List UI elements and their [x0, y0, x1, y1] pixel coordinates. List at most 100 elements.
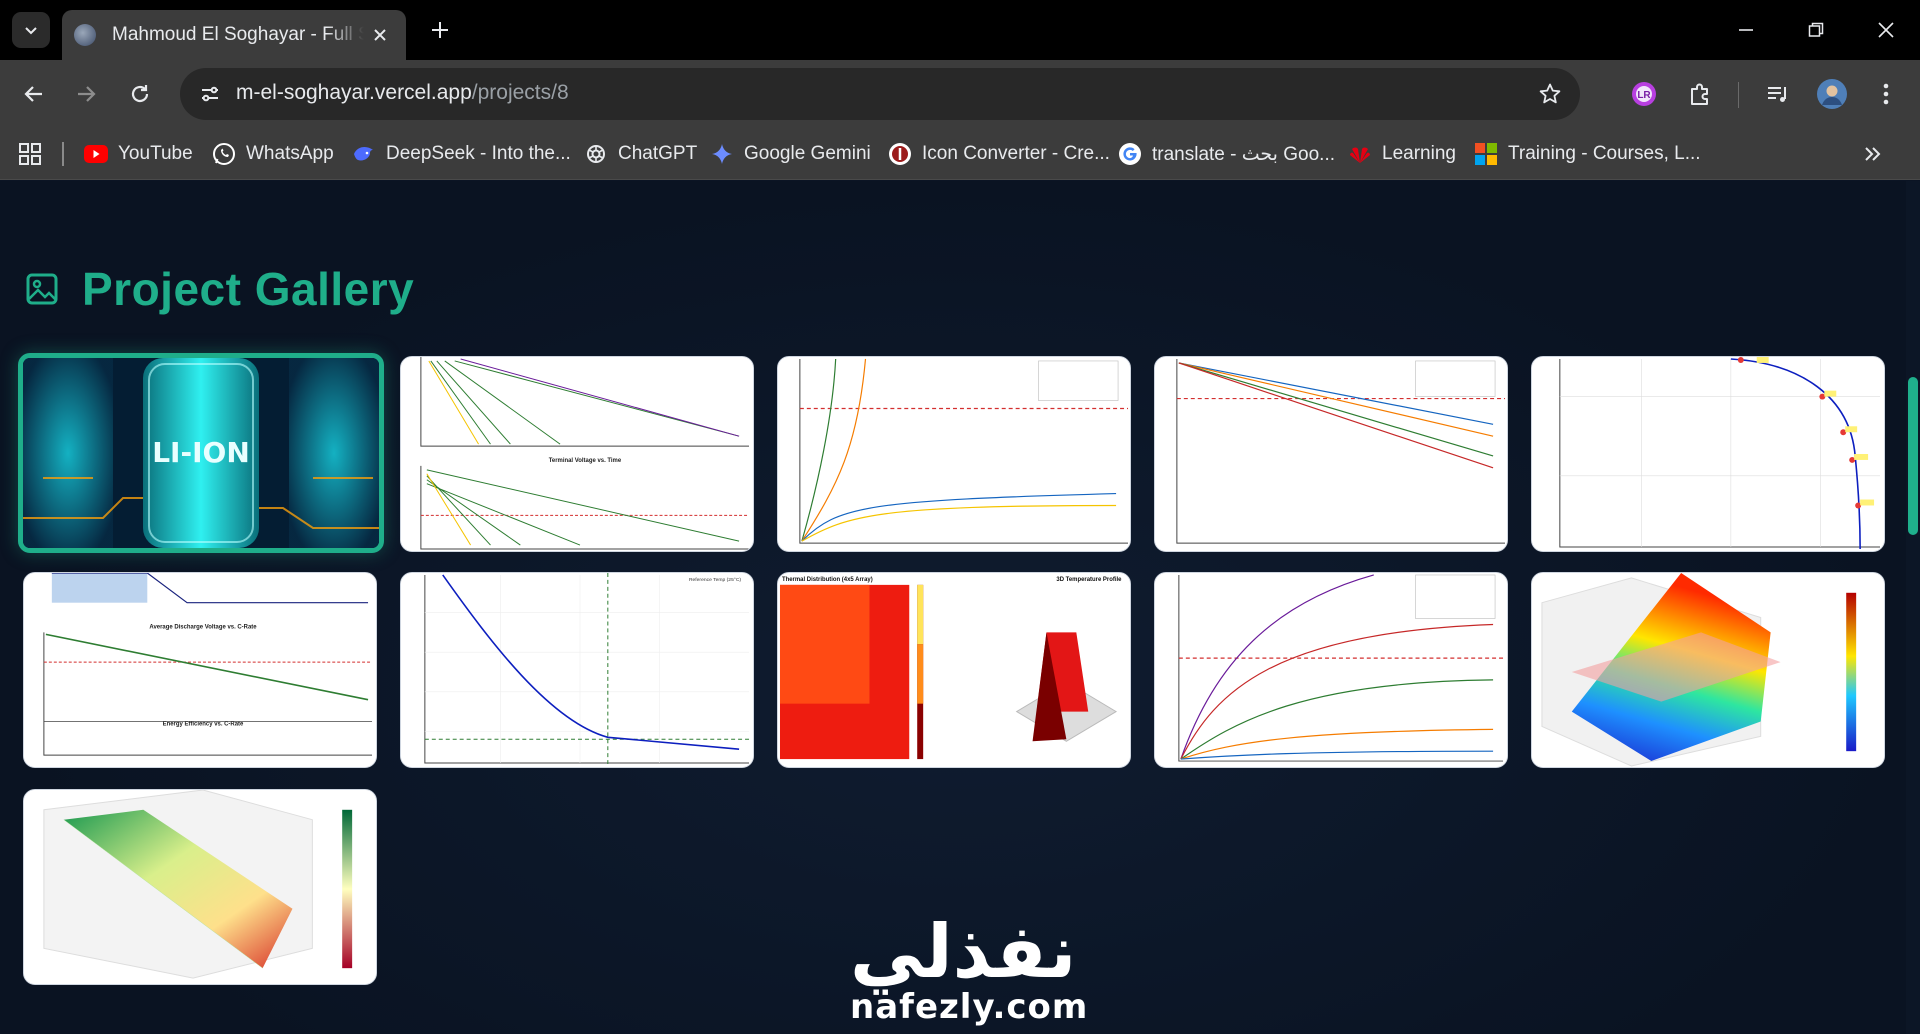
apps-button[interactable]: [16, 140, 44, 168]
gallery-header: Project Gallery: [26, 261, 414, 317]
reload-button[interactable]: [120, 74, 160, 114]
minimize-icon: [1739, 29, 1753, 31]
extension-lr-button[interactable]: LR: [1624, 74, 1664, 114]
tab-search-button[interactable]: [12, 12, 50, 48]
chart-terminal-voltage: Terminal Voltage vs. Time: [401, 357, 753, 551]
double-chevron-right-icon: [1865, 147, 1881, 161]
bookmark-training[interactable]: Training - Courses, L...: [1474, 138, 1701, 170]
star-icon: [1539, 83, 1561, 104]
bookmark-translate[interactable]: translate - بحث Goo...: [1118, 138, 1335, 170]
nafezly-watermark: نفذلي nafezly.com: [850, 915, 1089, 1027]
arrow-right-icon: [78, 86, 96, 102]
site-favicon-icon: [74, 24, 96, 46]
bookmark-youtube[interactable]: YouTube: [84, 138, 193, 170]
bookmark-label: Learning: [1382, 143, 1456, 164]
deepseek-icon: [352, 142, 376, 166]
gallery-image-2[interactable]: Terminal Voltage vs. Time: [400, 356, 754, 552]
url-text: m-el-soghayar.vercel.app/projects/8: [236, 81, 569, 105]
url-domain: m-el-soghayar.vercel.app: [236, 81, 472, 104]
bookmark-label: DeepSeek - Into the...: [386, 143, 571, 164]
close-window-button[interactable]: [1862, 12, 1910, 48]
chart-temperature-rise: [778, 357, 1130, 551]
chart-subtitle: Energy Efficiency vs. C-Rate: [163, 721, 244, 727]
bookmark-label: WhatsApp: [246, 143, 334, 164]
chart-title: Terminal Voltage vs. Time: [549, 458, 622, 464]
huawei-icon: [1348, 142, 1372, 166]
gallery-title: Project Gallery: [82, 263, 415, 315]
tab-title: Mahmoud El Soghayar - Full Stack Develop…: [112, 24, 364, 45]
chart-3d-temperature-surface: [1532, 573, 1884, 767]
apps-grid-icon: [19, 143, 41, 165]
page-scrollbar[interactable]: [1906, 181, 1920, 1034]
gallery-image-1[interactable]: LI-ION: [18, 353, 384, 553]
bookmark-deepseek[interactable]: DeepSeek - Into the...: [352, 138, 571, 170]
gallery-image-9[interactable]: [1154, 572, 1508, 768]
bookmark-label: ChatGPT: [618, 143, 698, 164]
bookmark-gemini[interactable]: Google Gemini: [710, 138, 871, 170]
chatgpt-icon: [584, 142, 608, 166]
back-button[interactable]: [14, 74, 54, 114]
chart-subtitle: 3D Temperature Profile: [1056, 577, 1122, 583]
gallery-image-10[interactable]: [1531, 572, 1885, 768]
page-content: Project Gallery LI-ION Terminal Voltage …: [0, 181, 1920, 1034]
close-icon: [1878, 22, 1894, 38]
hero-battery-label: LI-ION: [152, 436, 250, 469]
gallery-image-7[interactable]: Reference Temp (25°C): [400, 572, 754, 768]
profile-avatar-button[interactable]: [1812, 74, 1852, 114]
avatar: [1817, 79, 1847, 109]
chart-thermal-distribution: Thermal Distribution (4x5 Array) 3D Temp…: [778, 573, 1130, 767]
watermark-latin: nafezly.com: [850, 987, 1089, 1027]
gallery-image-8[interactable]: Thermal Distribution (4x5 Array) 3D Temp…: [777, 572, 1131, 768]
lr-extension-icon: LR: [1632, 82, 1656, 106]
chart-legend-text: Reference Temp (25°C): [689, 577, 741, 583]
bookmark-whatsapp[interactable]: WhatsApp: [212, 138, 334, 170]
chart-title: Thermal Distribution (4x5 Array): [782, 577, 873, 583]
tab-close-button[interactable]: [368, 23, 392, 47]
site-info-button[interactable]: [192, 76, 228, 112]
chart-title: Average Discharge Voltage vs. C-Rate: [149, 624, 257, 630]
bookmark-label: Google Gemini: [744, 143, 871, 164]
lr-badge-text: LR: [1637, 90, 1651, 101]
bookmark-label: translate - بحث Goo...: [1152, 143, 1336, 165]
chevron-down-icon: [25, 27, 37, 35]
browser-menu-button[interactable]: [1866, 74, 1906, 114]
extensions-button[interactable]: [1680, 74, 1720, 114]
tab-strip: Mahmoud El Soghayar - Full Stack Develop…: [0, 0, 1920, 60]
bookmark-icon-converter[interactable]: Icon Converter - Cre...: [888, 138, 1110, 170]
scrollbar-thumb[interactable]: [1908, 377, 1918, 535]
chart-capacity-retention: [1155, 357, 1507, 551]
chart-average-discharge-voltage: Average Discharge Voltage vs. C-Rate Ene…: [24, 573, 376, 767]
media-controls-button[interactable]: [1758, 74, 1798, 114]
puzzle-icon: [1691, 83, 1708, 105]
bookmark-learning[interactable]: Learning: [1348, 138, 1456, 170]
minimize-button[interactable]: [1722, 12, 1770, 48]
toolbar-divider: [1738, 82, 1739, 108]
image-icon: [26, 273, 58, 305]
new-tab-button[interactable]: [424, 14, 456, 46]
url-path: /projects/8: [471, 81, 569, 104]
battery-illustration: LI-ION: [23, 358, 379, 548]
gallery-image-6[interactable]: Average Discharge Voltage vs. C-Rate Ene…: [23, 572, 377, 768]
chart-internal-resistance: Reference Temp (25°C): [401, 573, 753, 767]
more-bookmarks-button[interactable]: [1858, 140, 1888, 168]
arrow-left-icon: [24, 86, 42, 102]
bookmark-label: Icon Converter - Cre...: [922, 143, 1110, 164]
gallery-image-5[interactable]: [1531, 356, 1885, 552]
restore-button[interactable]: [1792, 12, 1840, 48]
gallery-image-11[interactable]: [23, 789, 377, 985]
bookmark-chatgpt[interactable]: ChatGPT: [584, 138, 697, 170]
bookmark-label: YouTube: [118, 143, 193, 164]
gallery-image-3[interactable]: [777, 356, 1131, 552]
browser-toolbar: m-el-soghayar.vercel.app/projects/8 LR: [0, 60, 1920, 128]
forward-button[interactable]: [66, 74, 106, 114]
plus-icon: [432, 22, 448, 38]
bookmarks-bar: YouTube WhatsApp DeepSeek - Into the... …: [0, 128, 1920, 180]
bookmarks-divider: [62, 142, 64, 166]
bookmark-star-button[interactable]: [1532, 76, 1568, 112]
address-bar[interactable]: m-el-soghayar.vercel.app/projects/8: [180, 68, 1580, 120]
active-tab[interactable]: Mahmoud El Soghayar - Full Stack Develop…: [62, 10, 406, 60]
more-vertical-icon: [1883, 83, 1889, 105]
chart-temperature-vs-time: [1155, 573, 1507, 767]
gallery-image-4[interactable]: [1154, 356, 1508, 552]
gemini-icon: [710, 142, 734, 166]
